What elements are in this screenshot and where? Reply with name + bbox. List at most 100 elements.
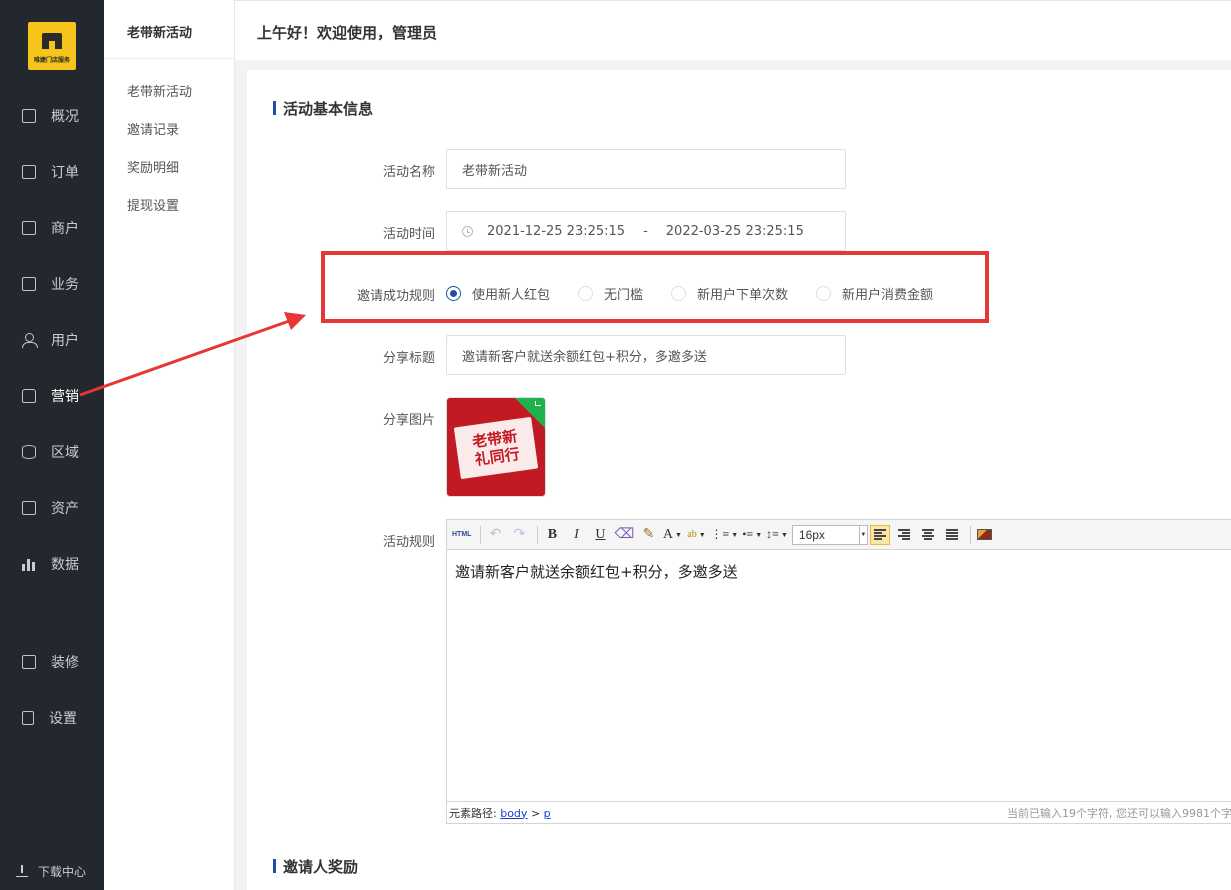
nav-item-users[interactable]: 用户 xyxy=(0,320,104,360)
align-center-icon[interactable] xyxy=(918,525,938,545)
font-size-select[interactable]: 16px ▼ xyxy=(791,524,868,545)
briefcase-icon xyxy=(22,277,36,291)
activity-time-range-picker[interactable]: 2021-12-25 23:25:15 - 2022-03-25 23:25:1… xyxy=(446,211,846,251)
path-body-link[interactable]: body xyxy=(500,807,527,820)
path-p-link[interactable]: p xyxy=(544,807,551,820)
line-height-icon[interactable]: ↕≡ ▼ xyxy=(766,525,788,545)
form-card: 活动基本信息 活动名称 老带新活动 活动时间 2021-12-25 23:25:… xyxy=(247,70,1231,890)
app: 唯婕门店服务 概况 订单 商户 业务 用户 营销 区域 资产 数据 装修 设置 … xyxy=(0,0,1231,890)
share-title-input[interactable]: 邀请新客户就送余额红包+积分，多邀多送 xyxy=(446,335,846,375)
font-color-button[interactable]: A ▼ xyxy=(662,525,682,545)
caret-down-icon: ▼ xyxy=(698,530,706,539)
brand-name: 唯婕门店服务 xyxy=(33,57,70,64)
element-path-label: 元素路径: xyxy=(449,806,497,820)
nav-item-overview[interactable]: 概况 xyxy=(0,96,104,136)
nav-label: 概况 xyxy=(51,109,79,125)
radio-label: 无门槛 xyxy=(604,287,644,303)
label-invite-rule: 邀请成功规则 xyxy=(356,289,435,304)
path-separator: > xyxy=(530,806,541,820)
top-header: 上午好！欢迎使用，管理员 xyxy=(235,0,1231,60)
nav-item-settings[interactable]: 设置 xyxy=(0,698,104,738)
nav-label: 营销 xyxy=(51,389,79,405)
undo-icon[interactable]: ↶ xyxy=(485,525,505,545)
nav-label: 区域 xyxy=(51,445,79,461)
download-icon xyxy=(16,865,28,877)
section-title-basic-info: 活动基本信息 xyxy=(273,98,373,119)
radio-new-user-redpacket[interactable]: 使用新人红包 xyxy=(446,284,550,303)
nav-label: 业务 xyxy=(51,277,79,293)
nav-item-orders[interactable]: 订单 xyxy=(0,152,104,192)
badge-icon xyxy=(22,389,36,403)
label-activity-rules: 活动规则 xyxy=(382,535,435,550)
html-source-button[interactable]: HTML xyxy=(451,525,472,545)
nav-item-data[interactable]: 数据 xyxy=(0,544,104,584)
sub-item-reward-details[interactable]: 奖励明细 xyxy=(127,157,179,176)
nav-label: 装修 xyxy=(51,655,79,671)
bar-chart-icon xyxy=(22,557,36,571)
nav-item-marketing[interactable]: 营销 xyxy=(0,376,104,416)
font-color-label: A xyxy=(662,526,674,542)
radio-new-user-spend-amount[interactable]: 新用户消费金额 xyxy=(816,284,933,303)
download-label: 下载中心 xyxy=(38,864,87,879)
bold-button[interactable]: B xyxy=(542,525,562,545)
activity-name-value: 老带新活动 xyxy=(462,163,528,179)
database-icon xyxy=(22,445,36,459)
activity-name-input[interactable]: 老带新活动 xyxy=(446,149,846,189)
nav-item-merchants[interactable]: 商户 xyxy=(0,208,104,248)
sub-item-campaign[interactable]: 老带新活动 xyxy=(127,81,192,100)
nav-item-assets[interactable]: 资产 xyxy=(0,488,104,528)
radio-no-threshold[interactable]: 无门槛 xyxy=(578,284,643,303)
italic-button[interactable]: I xyxy=(566,525,586,545)
section-title-inviter-reward: 邀请人奖励 xyxy=(273,856,358,877)
sub-sidebar-title: 老带新活动 xyxy=(127,26,193,41)
radio-label: 使用新人红包 xyxy=(472,287,551,303)
monitor-icon xyxy=(22,109,36,123)
user-icon xyxy=(22,333,38,348)
insert-image-icon[interactable] xyxy=(975,525,995,545)
unordered-list-icon[interactable]: •≡ ▼ xyxy=(742,525,762,545)
sub-item-withdraw-settings[interactable]: 提现设置 xyxy=(127,195,179,214)
label-activity-name: 活动名称 xyxy=(382,165,435,180)
greeting-text: 上午好！欢迎使用，管理员 xyxy=(257,24,438,42)
caret-down-icon: ▼ xyxy=(858,525,867,544)
highlight-color-icon[interactable]: ab ▼ xyxy=(686,525,706,545)
download-center-link[interactable]: 下载中心 xyxy=(0,856,104,886)
toolbar-separator xyxy=(537,525,539,544)
align-right-icon[interactable] xyxy=(894,525,914,545)
radio-unchecked-icon xyxy=(671,285,687,301)
editor-toolbar: HTML ↶ ↷ B I U ⌫ ✎ A ▼ ab ▼ ⋮≡ ▼ •≡ ▼ ↕≡ ▼ 16… xyxy=(447,520,1231,550)
share-image-upload[interactable]: 老带新 礼同行 xyxy=(446,397,546,497)
element-path: 元素路径: body > p xyxy=(449,805,551,821)
store-icon xyxy=(42,33,62,49)
toolbar-separator xyxy=(480,525,482,544)
redo-icon[interactable]: ↷ xyxy=(509,525,529,545)
nav-item-business[interactable]: 业务 xyxy=(0,264,104,304)
eraser-icon[interactable]: ⌫ xyxy=(614,525,635,545)
format-painter-icon[interactable]: ✎ xyxy=(638,525,658,545)
editor-content[interactable]: 邀请新客户就送余额红包+积分，多邀多送 xyxy=(447,550,1231,803)
caret-down-icon: ▼ xyxy=(731,530,739,539)
nav-item-region[interactable]: 区域 xyxy=(0,432,104,472)
divider xyxy=(104,58,235,59)
label-share-title: 分享标题 xyxy=(382,351,435,366)
underline-button[interactable]: U xyxy=(590,525,610,545)
invite-rule-radio-group: 使用新人红包 无门槛 新用户下单次数 新用户消费金额 xyxy=(446,284,961,303)
tablet-icon xyxy=(22,711,34,725)
share-image-text: 老带新 礼同行 xyxy=(455,425,537,472)
wallet-icon xyxy=(22,501,36,515)
sub-item-invite-records[interactable]: 邀请记录 xyxy=(127,119,179,138)
radio-new-user-order-count[interactable]: 新用户下单次数 xyxy=(671,284,788,303)
nav-label: 商户 xyxy=(51,221,79,237)
nav-label: 数据 xyxy=(51,557,79,573)
nav-item-decoration[interactable]: 装修 xyxy=(0,642,104,682)
font-size-value: 16px xyxy=(798,527,825,542)
caret-down-icon: ▼ xyxy=(755,530,763,539)
align-justify-icon[interactable] xyxy=(942,525,962,545)
nav-label: 订单 xyxy=(51,165,79,181)
ordered-list-icon[interactable]: ⋮≡ ▼ xyxy=(710,525,738,545)
clock-icon xyxy=(462,225,473,237)
brand-logo[interactable]: 唯婕门店服务 xyxy=(28,22,76,70)
align-left-icon[interactable] xyxy=(869,524,890,545)
rich-text-editor[interactable]: HTML ↶ ↷ B I U ⌫ ✎ A ▼ ab ▼ ⋮≡ ▼ •≡ ▼ ↕≡ ▼ 16… xyxy=(446,519,1231,824)
radio-unchecked-icon xyxy=(578,285,594,301)
